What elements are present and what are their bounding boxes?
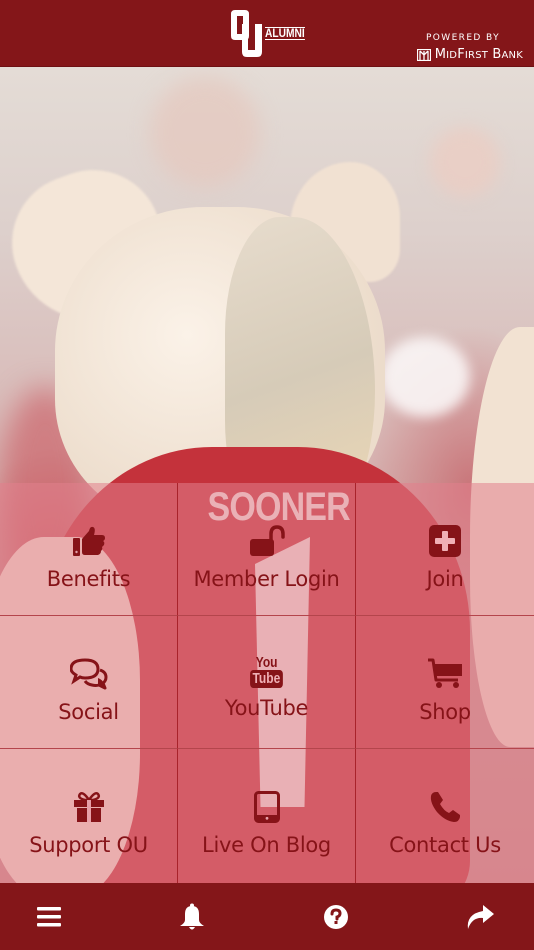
tile-label: Social xyxy=(58,700,119,724)
gift-icon xyxy=(73,792,104,822)
bg-person xyxy=(430,127,500,197)
menu-grid: Benefits Member Login Join Social You Tu… xyxy=(0,483,534,883)
help-icon xyxy=(324,905,348,929)
tile-label: Contact Us xyxy=(389,833,501,857)
tile-label: Member Login xyxy=(193,567,340,591)
shopping-cart-icon xyxy=(428,658,462,688)
thumbs-up-icon xyxy=(72,526,105,556)
tile-label: Live On Blog xyxy=(202,833,331,857)
tile-label: Support OU xyxy=(29,833,148,857)
logo-alumni-text: ALUMNI xyxy=(265,26,305,40)
tile-label: YouTube xyxy=(224,696,309,720)
tile-label: Benefits xyxy=(46,567,131,591)
chat-bubbles-icon xyxy=(69,658,107,690)
share-icon xyxy=(467,905,494,929)
sponsor-name: MIDFIRST BANK xyxy=(434,47,523,62)
help-button[interactable] xyxy=(320,901,352,933)
bell-icon xyxy=(180,903,204,930)
plus-square-icon xyxy=(429,525,461,557)
tile-benefits[interactable]: Benefits xyxy=(0,483,178,616)
bg-hat xyxy=(380,337,470,417)
ou-logo-icon xyxy=(231,10,262,57)
notifications-button[interactable] xyxy=(176,901,208,933)
unlock-icon xyxy=(249,525,285,556)
tablet-icon xyxy=(253,791,280,823)
tile-contact-us[interactable]: Contact Us xyxy=(356,749,534,883)
tile-social[interactable]: Social xyxy=(0,616,178,749)
menu-icon xyxy=(37,907,61,927)
tile-live-on-blog[interactable]: Live On Blog xyxy=(178,749,356,883)
bottom-toolbar xyxy=(0,883,534,950)
tile-support-ou[interactable]: Support OU xyxy=(0,749,178,883)
menu-button[interactable] xyxy=(33,901,65,933)
tile-label: Join xyxy=(426,567,464,591)
app-header: ALUMNI POWERED BY MIDFIRST BANK xyxy=(0,0,534,67)
tile-label: Shop xyxy=(419,700,471,724)
sponsor-midfirst-bank[interactable]: MIDFIRST BANK xyxy=(416,47,523,62)
youtube-tube-text: Tube xyxy=(250,670,283,688)
tile-join[interactable]: Join xyxy=(356,483,534,616)
youtube-icon: You Tube xyxy=(246,652,287,692)
tile-shop[interactable]: Shop xyxy=(356,616,534,749)
bg-person xyxy=(150,77,260,187)
youtube-you-text: You xyxy=(255,654,278,671)
tile-member-login[interactable]: Member Login xyxy=(178,483,356,616)
midfirst-logo-icon xyxy=(416,48,431,61)
powered-by-label: POWERED BY xyxy=(425,33,500,43)
phone-icon xyxy=(430,792,460,822)
share-button[interactable] xyxy=(464,901,496,933)
ou-alumni-logo[interactable]: ALUMNI xyxy=(229,10,309,58)
tile-youtube[interactable]: You Tube YouTube xyxy=(178,616,356,749)
